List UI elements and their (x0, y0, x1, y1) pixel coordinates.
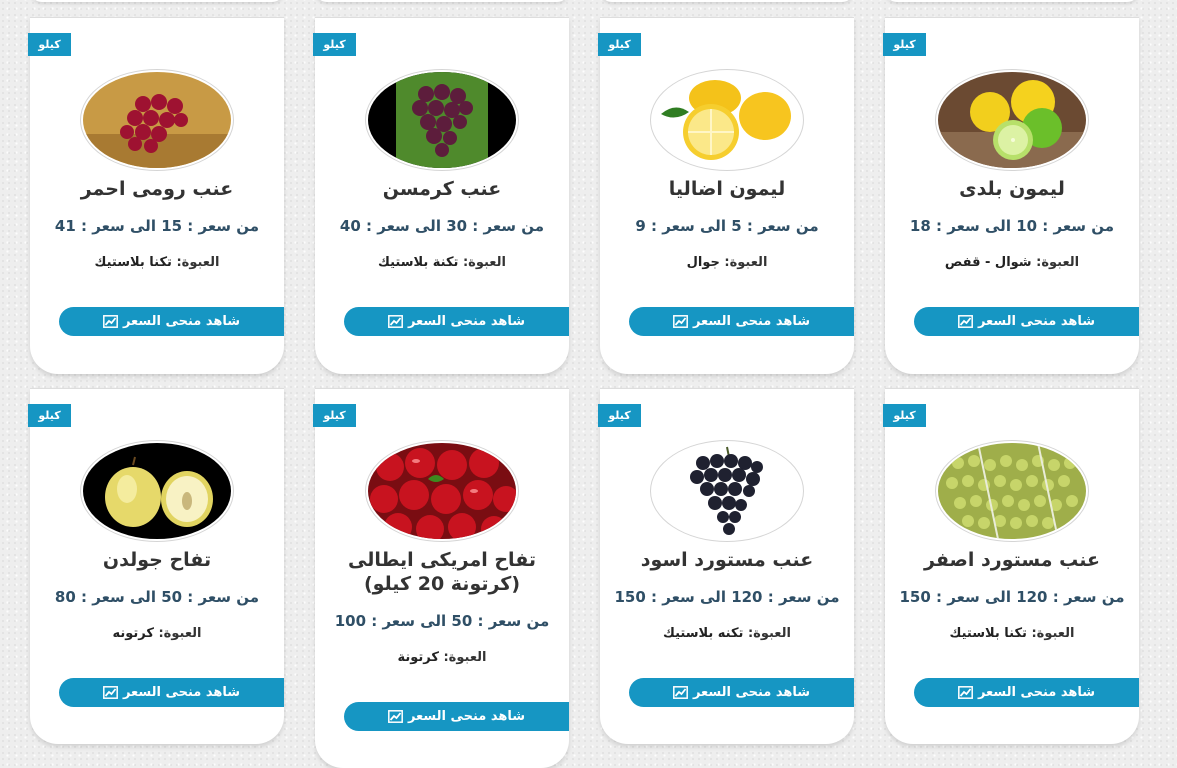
product-card: كيلو عنب كرمسن من سعر : 30 الى سعر : 40 … (313, 17, 569, 374)
package-value: كرتونة (397, 650, 439, 665)
package-label: العبوة: (158, 626, 202, 641)
package-info: العبوة: شوال - قفص (893, 255, 1131, 270)
unit-badge: كيلو (598, 33, 641, 56)
package-label: العبوة: (462, 255, 506, 270)
line-chart-icon (673, 315, 688, 328)
previous-card-bottom (885, 0, 1139, 2)
product-name: تفاح امريكى ايطالى (كرتونة 20 كيلو) (347, 549, 536, 595)
package-value: تكنة بلاستيك (378, 255, 459, 270)
package-label: العبوة: (176, 255, 220, 270)
product-name: عنب كرمسن (382, 178, 502, 200)
product-name: عنب مستورد اصفر (924, 549, 1100, 571)
product-image (80, 440, 234, 542)
line-chart-icon (103, 315, 118, 328)
price-range: من سعر : 50 الى سعر : 80 (54, 588, 260, 606)
price-range: من سعر : 120 الى سعر : 150 (899, 588, 1125, 606)
line-chart-icon (673, 686, 688, 699)
product-image (650, 69, 804, 171)
price-chart-button[interactable]: شاهد منحى السعر (914, 307, 1139, 336)
product-card: كيلو عنب رومى احمر من سعر : 15 الى سعر :… (28, 17, 284, 374)
product-name: تفاح جولدن (102, 549, 212, 571)
package-value: تكنا بلاستيك (949, 626, 1027, 641)
product-card: كيلو تفاح جولدن من سعر : 50 الى سعر : 80… (28, 388, 284, 744)
previous-card-bottom (315, 0, 569, 2)
button-label: شاهد منحى السعر (977, 314, 1096, 329)
price-chart-button[interactable]: شاهد منحى السعر (629, 678, 854, 707)
package-info: العبوة: كرتونه (38, 626, 276, 641)
package-value: جوال (686, 255, 720, 270)
unit-badge: كيلو (28, 33, 71, 56)
package-info: العبوة: جوال (608, 255, 846, 270)
product-card: كيلو ليمون اضاليا من سعر : 5 الى سعر : 9… (598, 17, 854, 374)
package-info: العبوة: كرتونة (323, 650, 561, 665)
package-info: العبوة: تكنا بلاستيك (38, 255, 276, 270)
line-chart-icon (388, 710, 403, 723)
product-image (365, 69, 519, 171)
button-label: شاهد منحى السعر (122, 314, 241, 329)
unit-badge: كيلو (28, 404, 71, 427)
package-label: العبوة: (443, 650, 487, 665)
product-card: كيلو عنب مستورد اصفر من سعر : 120 الى سع… (883, 388, 1139, 744)
price-chart-button[interactable]: شاهد منحى السعر (59, 678, 284, 707)
product-image (80, 69, 234, 171)
product-name: ليمون بلدى (959, 178, 1065, 200)
unit-badge: كيلو (883, 404, 926, 427)
package-info: العبوة: تكنا بلاستيك (893, 626, 1131, 641)
price-chart-button[interactable]: شاهد منحى السعر (59, 307, 284, 336)
package-value: تكنا بلاستيك (94, 255, 172, 270)
product-image (935, 69, 1089, 171)
product-image (365, 440, 519, 542)
line-chart-icon (388, 315, 403, 328)
line-chart-icon (103, 686, 118, 699)
package-info: العبوة: تكنه بلاستيك (608, 626, 846, 641)
price-chart-button[interactable]: شاهد منحى السعر (344, 702, 569, 731)
price-range: من سعر : 30 الى سعر : 40 (339, 217, 545, 235)
previous-card-bottom (30, 0, 284, 2)
previous-card-bottom (600, 0, 854, 2)
unit-badge: كيلو (883, 33, 926, 56)
unit-badge: كيلو (313, 404, 356, 427)
unit-badge: كيلو (313, 33, 356, 56)
package-value: تكنه بلاستيك (663, 626, 744, 641)
unit-badge: كيلو (598, 404, 641, 427)
price-range: من سعر : 5 الى سعر : 9 (635, 217, 819, 235)
product-card: كيلو تفاح امريكى ايطالى (كرتونة 20 كيلو)… (313, 388, 569, 768)
product-name: ليمون اضاليا (668, 178, 786, 200)
price-chart-button[interactable]: شاهد منحى السعر (344, 307, 569, 336)
package-value: كرتونه (112, 626, 154, 641)
package-label: العبوة: (724, 255, 768, 270)
product-card: كيلو عنب مستورد اسود من سعر : 120 الى سع… (598, 388, 854, 744)
product-name: عنب رومى احمر (80, 178, 234, 200)
package-label: العبوة: (1036, 255, 1080, 270)
package-label: العبوة: (747, 626, 791, 641)
package-info: العبوة: تكنة بلاستيك (323, 255, 561, 270)
product-name: عنب مستورد اسود (640, 549, 814, 571)
price-range: من سعر : 50 الى سعر : 100 (334, 612, 550, 630)
product-image (935, 440, 1089, 542)
line-chart-icon (958, 686, 973, 699)
price-range: من سعر : 10 الى سعر : 18 (909, 217, 1115, 235)
price-range: من سعر : 15 الى سعر : 41 (54, 217, 260, 235)
price-chart-button[interactable]: شاهد منحى السعر (629, 307, 854, 336)
button-label: شاهد منحى السعر (407, 709, 526, 724)
button-label: شاهد منحى السعر (692, 685, 811, 700)
button-label: شاهد منحى السعر (692, 314, 811, 329)
product-image (650, 440, 804, 542)
button-label: شاهد منحى السعر (122, 685, 241, 700)
package-value: شوال - قفص (944, 255, 1032, 270)
line-chart-icon (958, 315, 973, 328)
product-card: كيلو ليمون بلدى من سعر : 10 الى سعر : 18… (883, 17, 1139, 374)
button-label: شاهد منحى السعر (977, 685, 1096, 700)
price-chart-button[interactable]: شاهد منحى السعر (914, 678, 1139, 707)
button-label: شاهد منحى السعر (407, 314, 526, 329)
package-label: العبوة: (1031, 626, 1075, 641)
price-range: من سعر : 120 الى سعر : 150 (614, 588, 840, 606)
